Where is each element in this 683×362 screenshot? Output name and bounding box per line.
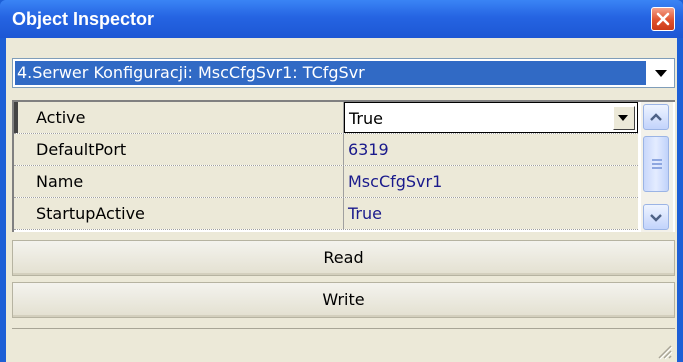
property-name: Active bbox=[14, 102, 344, 133]
read-button[interactable]: Read bbox=[12, 240, 675, 276]
object-selector-value: 4.Serwer Konfiguracji: MscCfgSvr1: TCfgS… bbox=[15, 61, 646, 85]
write-button[interactable]: Write bbox=[12, 282, 675, 318]
window-title: Object Inspector bbox=[12, 9, 155, 29]
property-value[interactable]: 6319 bbox=[344, 134, 638, 165]
property-row-defaultport[interactable]: DefaultPort 6319 bbox=[14, 134, 638, 166]
chevron-down-icon bbox=[650, 214, 662, 222]
chevron-down-icon bbox=[618, 115, 628, 121]
property-grid: Active True DefaultPort 6319 Name MscCfg… bbox=[12, 100, 675, 232]
title-bar[interactable]: Object Inspector bbox=[0, 0, 683, 38]
property-name: DefaultPort bbox=[14, 134, 344, 165]
property-row-active[interactable]: Active True bbox=[14, 102, 638, 134]
property-row-name[interactable]: Name MscCfgSvr1 bbox=[14, 166, 638, 198]
close-icon bbox=[656, 12, 670, 26]
property-value[interactable]: MscCfgSvr1 bbox=[344, 166, 638, 197]
scroll-thumb[interactable] bbox=[643, 136, 669, 192]
vertical-scrollbar[interactable] bbox=[641, 102, 673, 232]
scroll-up-button[interactable] bbox=[643, 104, 669, 130]
property-name: StartupActive bbox=[14, 198, 344, 229]
property-row-startupactive[interactable]: StartupActive True bbox=[14, 198, 638, 230]
chevron-down-icon bbox=[655, 70, 667, 77]
value-dropdown-button[interactable] bbox=[613, 106, 635, 130]
object-selector-dropdown-button[interactable] bbox=[649, 60, 673, 86]
chevron-up-icon bbox=[650, 113, 662, 121]
window-border-right bbox=[677, 38, 683, 362]
status-bar bbox=[12, 328, 675, 362]
property-value-editor[interactable]: True bbox=[344, 102, 638, 133]
property-name: Name bbox=[14, 166, 344, 197]
close-button[interactable] bbox=[651, 7, 675, 31]
scroll-down-button[interactable] bbox=[643, 204, 669, 230]
property-value[interactable]: True bbox=[344, 198, 638, 229]
object-selector-combobox[interactable]: 4.Serwer Konfiguracji: MscCfgSvr1: TCfgS… bbox=[12, 58, 675, 88]
property-value[interactable]: True bbox=[349, 109, 383, 128]
size-grip-icon[interactable] bbox=[655, 342, 673, 360]
client-area: 4.Serwer Konfiguracji: MscCfgSvr1: TCfgS… bbox=[6, 38, 677, 362]
object-inspector-window: Object Inspector 4.Serwer Konfiguracji: … bbox=[0, 0, 683, 362]
